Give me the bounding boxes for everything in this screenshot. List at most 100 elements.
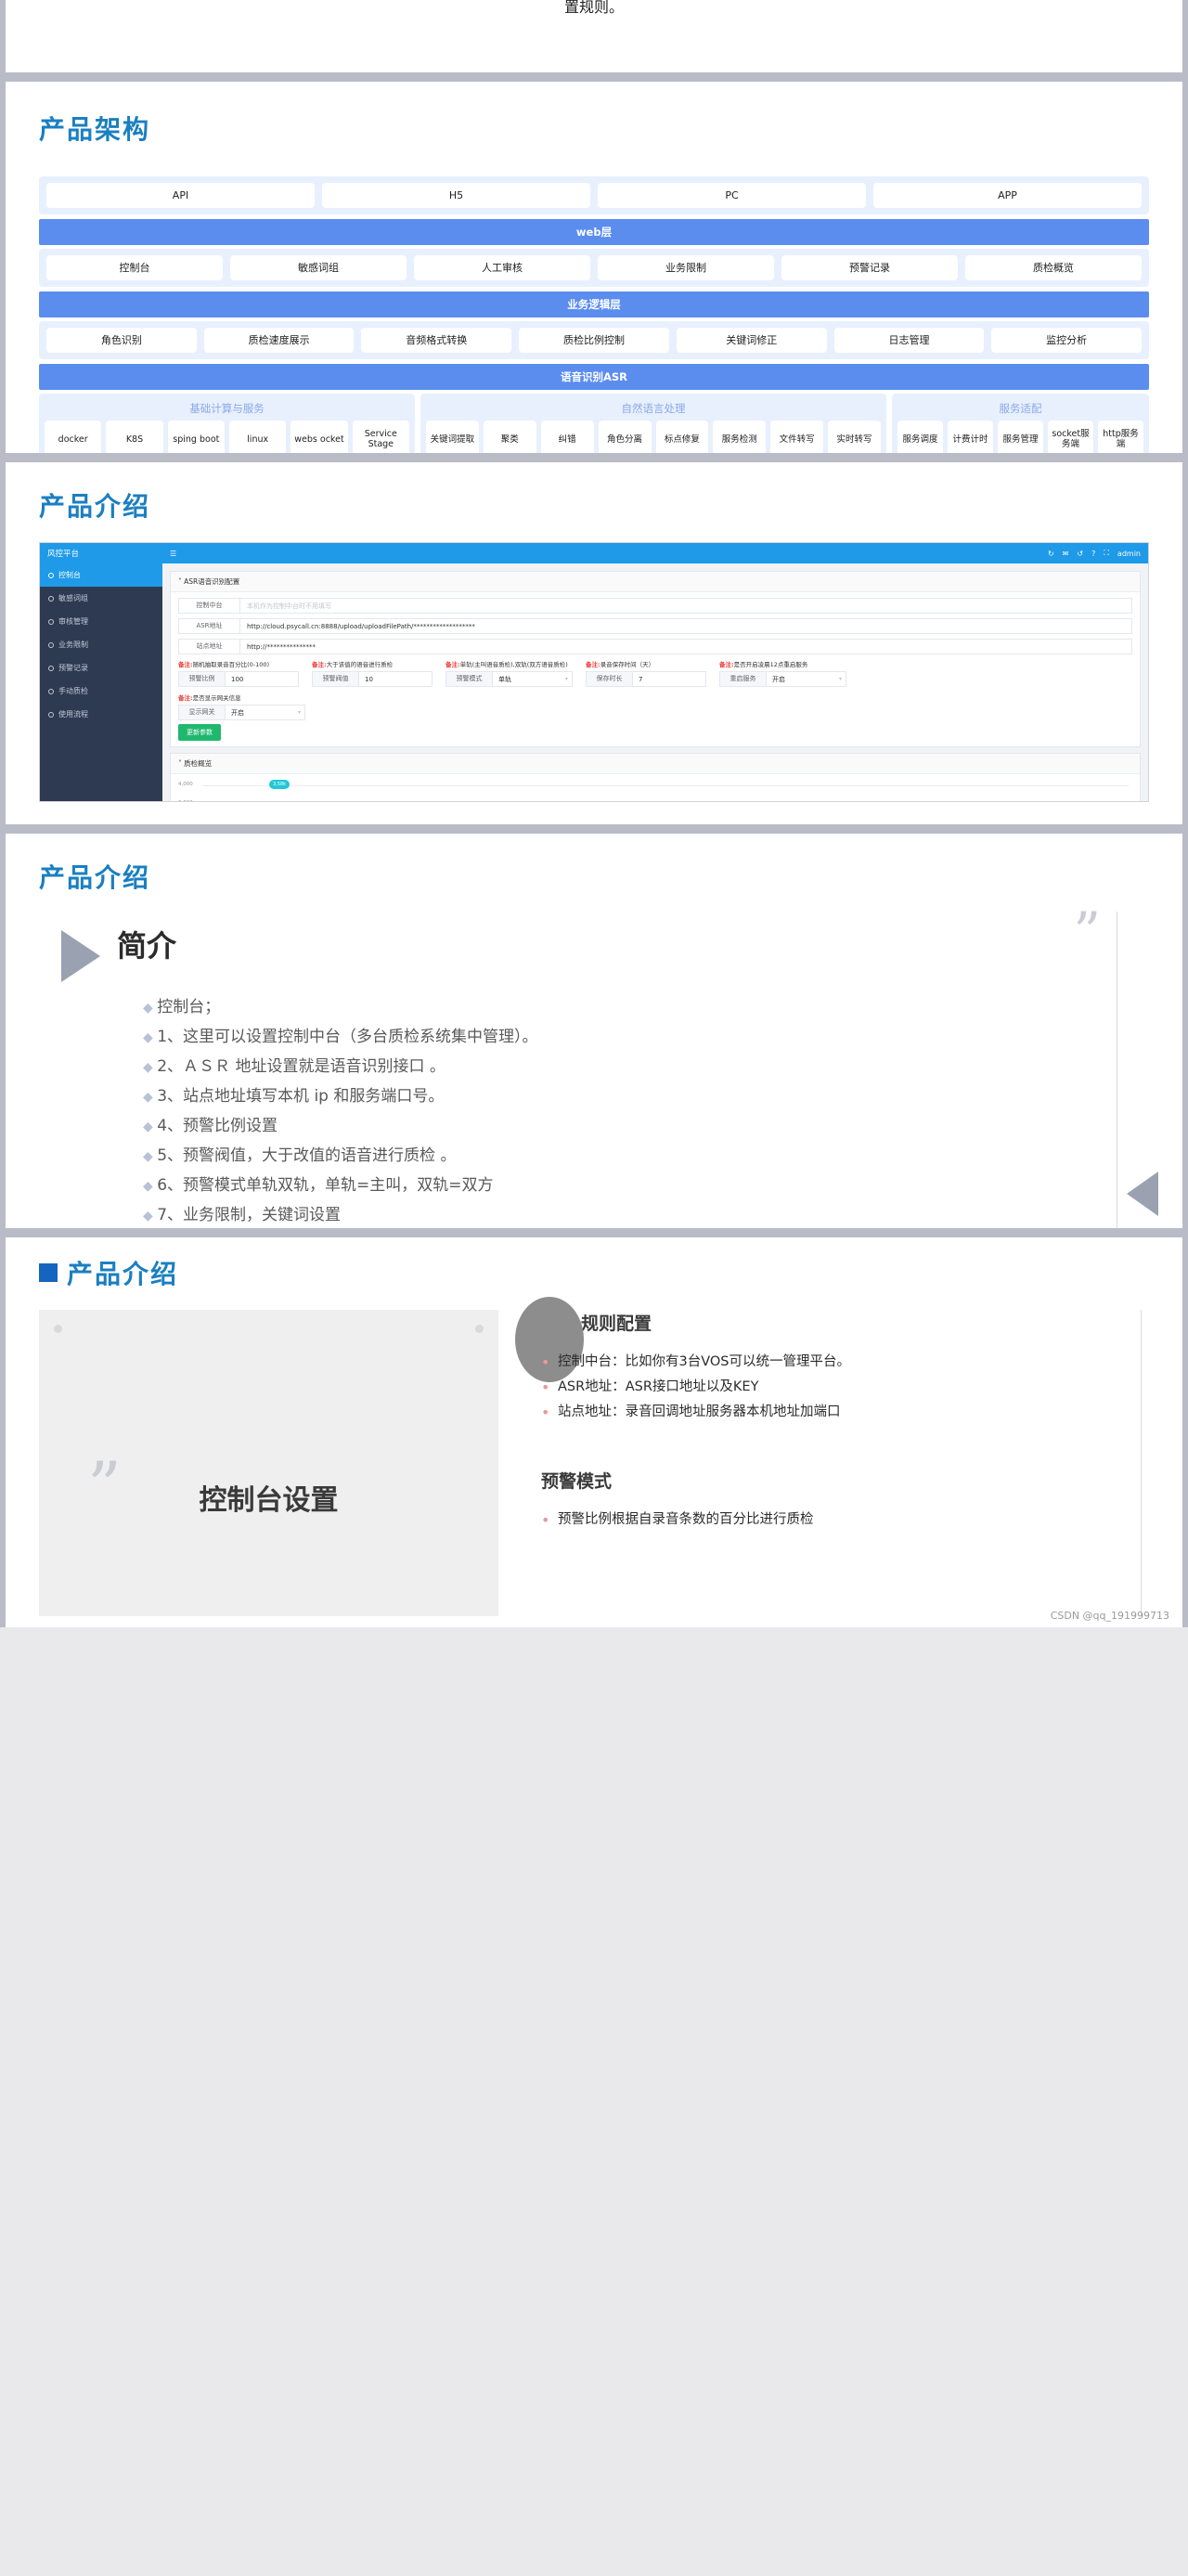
- card-title: 控制台设置: [199, 1484, 339, 1517]
- entry-cell[interactable]: H5: [322, 183, 590, 208]
- group-cell[interactable]: 角色分离: [598, 421, 652, 453]
- group-title: 服务适配: [999, 402, 1042, 415]
- update-params-button[interactable]: 更新参数: [178, 724, 221, 741]
- field-label: 控制中台: [179, 599, 240, 613]
- sidebar-item-review[interactable]: 审核管理: [40, 610, 162, 633]
- sidebar-item-business-limit[interactable]: 业务限制: [40, 633, 162, 656]
- refresh-icon[interactable]: ↻: [1048, 550, 1054, 558]
- business-cell[interactable]: 关键词修正: [676, 328, 827, 353]
- web-cell[interactable]: 质检概览: [965, 255, 1142, 280]
- site-address-input[interactable]: http://***************: [240, 643, 1131, 651]
- setting-value[interactable]: 开启: [767, 675, 839, 684]
- business-cell[interactable]: 音频格式转换: [361, 328, 512, 353]
- business-cell[interactable]: 日志管理: [833, 328, 985, 353]
- sidebar-item-label: 审核管理: [58, 617, 88, 626]
- qc-overview-card: ˅ 质检概览 4,000 3,000 2,000 1,000 0: [170, 753, 1141, 801]
- quote-icon: ”: [87, 1447, 122, 1525]
- slide-product-intro-summary: 产品介绍 ” 简介 控制台； 1、这里可以设置控制中台（多台质检系统集中管理）。…: [0, 834, 1188, 1228]
- list-item: 控制中台：比如你有3台VOS可以统一管理平台。: [541, 1350, 1149, 1375]
- slide-divider: [0, 72, 1188, 82]
- control-center-input[interactable]: 本机作为控制中台时不用填写: [240, 602, 1131, 611]
- group-cell[interactable]: socket服务端: [1048, 421, 1093, 453]
- asr-config-card: ˅ ASR语音识别配置 控制中台 本机作为控制中台时不用填写 ASR地址 htt…: [170, 571, 1141, 747]
- note-text: 是否显示网关信息: [192, 694, 241, 702]
- setting-field[interactable]: 预警模式 单轨 ▾: [446, 671, 574, 687]
- group-cell[interactable]: 实时转写: [828, 421, 881, 453]
- setting-label: 预警阀值: [313, 672, 359, 686]
- page-title: 产品介绍: [39, 862, 151, 893]
- sidebar-item-sensitive-words[interactable]: 敏感词组: [40, 587, 162, 610]
- business-cell[interactable]: 质检比例控制: [519, 328, 669, 353]
- group-cell[interactable]: 服务管理: [998, 421, 1043, 453]
- field-label: ASR地址: [179, 619, 240, 633]
- page-title: 产品介绍: [39, 491, 151, 522]
- note-text: 随机抽取录音百分比(0-100): [192, 661, 270, 668]
- group-cell[interactable]: K8S: [106, 421, 163, 453]
- business-cell[interactable]: 质检速度展示: [203, 328, 355, 353]
- group-cell[interactable]: 标点修复: [655, 421, 709, 453]
- entry-cell[interactable]: PC: [598, 183, 866, 208]
- group-cell[interactable]: webs ocket: [291, 421, 348, 453]
- user-menu[interactable]: admin: [1117, 550, 1141, 558]
- chevron-down-icon[interactable]: ▾: [565, 676, 568, 682]
- console-settings-card: ” 控制台设置: [39, 1310, 498, 1616]
- group-cell[interactable]: docker: [45, 421, 102, 453]
- group-cell[interactable]: 计费计时: [948, 421, 993, 453]
- web-cell[interactable]: 敏感词组: [230, 255, 407, 280]
- fullscreen-icon[interactable]: ⛶: [1104, 549, 1109, 558]
- sidebar-item-console[interactable]: 控制台: [40, 563, 162, 587]
- setting-field[interactable]: 重启服务 开启 ▾: [719, 671, 847, 687]
- group-cell[interactable]: sping boot: [167, 421, 225, 453]
- history-icon[interactable]: ↺: [1077, 550, 1083, 558]
- group-cell[interactable]: Service Stage: [352, 421, 409, 453]
- chart-annotation: 3,58k: [269, 780, 291, 789]
- message-icon[interactable]: ✉: [1063, 550, 1069, 558]
- section-heading: ASR规则配置: [541, 1314, 652, 1334]
- setting-field[interactable]: 显示网关 开启 ▾: [178, 705, 306, 720]
- web-cell[interactable]: 控制台: [46, 255, 223, 280]
- sidebar-item-manual-qc[interactable]: 手动质检: [40, 680, 162, 703]
- slide-divider: [0, 453, 1188, 462]
- sidebar-item-alert-records[interactable]: 预警记录: [40, 656, 162, 680]
- section-heading: 预警模式: [541, 1471, 613, 1492]
- chevron-down-icon: ˅: [178, 759, 182, 768]
- setting-value[interactable]: 100: [226, 676, 298, 683]
- business-cell[interactable]: 角色识别: [46, 328, 197, 353]
- section-two: 预警模式 预警比例根据自录音条数的百分比进行质检: [541, 1468, 1149, 1533]
- setting-field[interactable]: 预警比例 100: [178, 671, 299, 687]
- question-icon[interactable]: ?: [1091, 550, 1095, 558]
- group-cell[interactable]: linux: [228, 421, 287, 453]
- setting-value[interactable]: 开启: [226, 708, 298, 718]
- setting-value[interactable]: 单轨: [493, 675, 565, 684]
- card-title[interactable]: ˅ ASR语音识别配置: [171, 572, 1140, 592]
- group-cell[interactable]: 文件转写: [770, 421, 824, 453]
- web-cell[interactable]: 人工审核: [414, 255, 590, 280]
- setting-value[interactable]: 10: [359, 676, 432, 683]
- group-cell[interactable]: 服务检测: [713, 421, 767, 453]
- chevron-down-icon[interactable]: ▾: [839, 676, 842, 682]
- group-cell[interactable]: 关键词提取: [426, 421, 479, 453]
- group-cell[interactable]: 纠错: [540, 421, 594, 453]
- setting-field[interactable]: 预警阀值 10: [312, 671, 433, 687]
- asr-address-input[interactable]: http://cloud.psycall.cn:8888/upload/uplo…: [240, 623, 1131, 630]
- setting-value[interactable]: 7: [633, 676, 705, 683]
- setting-field[interactable]: 保存时长 7: [586, 671, 707, 687]
- entry-cell[interactable]: API: [46, 183, 315, 208]
- chevron-down-icon[interactable]: ▾: [298, 709, 301, 716]
- page-title: 产品架构: [39, 114, 151, 145]
- group-cell[interactable]: 服务调度: [897, 421, 943, 453]
- hamburger-icon[interactable]: ☰: [170, 550, 176, 558]
- entry-cell[interactable]: APP: [873, 183, 1142, 208]
- sidebar-item-usage-flow[interactable]: 使用流程: [40, 703, 162, 726]
- gridline: [202, 785, 1129, 786]
- note-prefix: 备注:: [178, 661, 193, 668]
- chevron-down-icon: ˅: [178, 577, 182, 586]
- group-cell[interactable]: 聚类: [483, 421, 536, 453]
- web-cell[interactable]: 业务限制: [598, 255, 774, 280]
- setting-note: 备注:大于该值的语音进行质检: [312, 659, 433, 668]
- group-service-adaptation: 服务适配 服务调度 计费计时 服务管理 socket服务端 http服务端: [892, 394, 1149, 453]
- group-cell[interactable]: http服务端: [1098, 421, 1143, 453]
- card-title[interactable]: ˅ 质检概览: [171, 754, 1140, 774]
- web-cell[interactable]: 预警记录: [781, 255, 958, 280]
- business-cell[interactable]: 监控分析: [991, 328, 1143, 353]
